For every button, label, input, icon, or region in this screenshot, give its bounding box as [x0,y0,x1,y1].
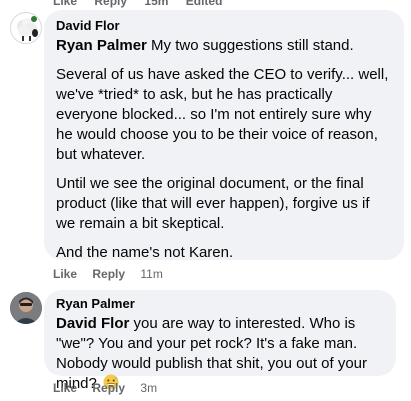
previous-comment-actions: Like Reply 15m Edited [53,0,236,8]
paragraph: Ryan Palmer My two suggestions still sta… [56,36,392,56]
like-link[interactable]: Like [53,267,77,281]
mention-link[interactable]: David Flor [56,315,129,332]
avatar[interactable] [10,12,42,44]
comment-author[interactable]: David Flor [56,18,392,34]
comment-actions: Like Reply 11m [53,266,163,282]
comment-text: Ryan Palmer My two suggestions still sta… [56,36,392,263]
paragraph-text: My two suggestions still stand. [146,37,354,54]
sheep-avatar-icon [17,16,38,41]
edited-label: Edited [185,0,223,8]
mention-link[interactable]: Ryan Palmer [56,37,147,54]
timestamp[interactable]: 3m [140,381,157,395]
reply-link[interactable]: Reply [94,0,127,8]
reply-link[interactable]: Reply [92,381,125,395]
like-link[interactable]: Like [53,0,77,8]
comment-bubble: David Flor Ryan Palmer My two suggestion… [44,10,404,263]
like-link[interactable]: Like [53,381,77,395]
paragraph: And the name's not Karen. [56,244,234,261]
paragraph: Several of us have asked the CEO to veri… [56,66,389,163]
comment-author[interactable]: Ryan Palmer [56,296,384,312]
comment-actions: Like Reply 3m [53,380,157,396]
timestamp[interactable]: 11m [140,267,162,281]
paragraph: Until we see the original document, or t… [56,175,370,232]
person-avatar-icon [10,292,42,324]
timestamp[interactable]: 15m [144,0,168,8]
avatar[interactable] [10,292,42,324]
comment-bubble: Ryan Palmer David Flor you are way to in… [44,290,396,392]
reply-link[interactable]: Reply [92,267,125,281]
